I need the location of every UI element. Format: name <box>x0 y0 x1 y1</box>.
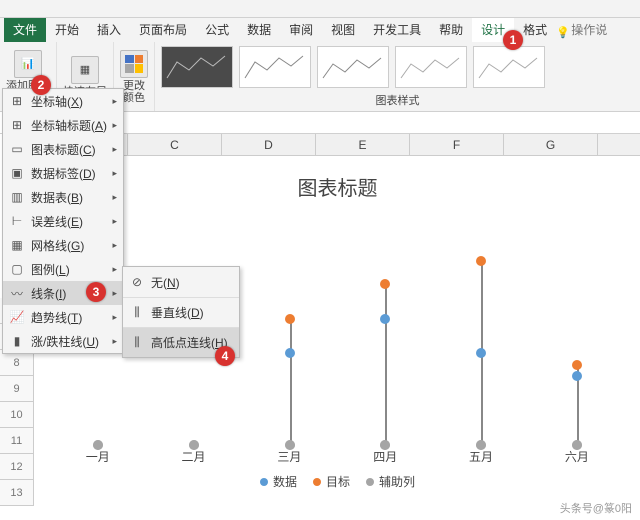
tab-help[interactable]: 帮助 <box>430 18 472 42</box>
data-point[interactable] <box>476 348 486 358</box>
tab-review[interactable]: 审阅 <box>280 18 322 42</box>
row-header[interactable]: 10 <box>0 402 34 428</box>
watermark: 头条号@篆0阳 <box>560 500 632 516</box>
data-point[interactable] <box>285 348 295 358</box>
x-axis-label: 二月 <box>146 448 241 465</box>
gallery-label: 图表样式 <box>161 92 634 108</box>
menu-icon: ▦ <box>9 237 25 253</box>
col-header[interactable]: D <box>222 134 316 155</box>
row-header[interactable]: 13 <box>0 480 34 506</box>
menu-icon: ▮ <box>9 333 25 349</box>
chevron-right-icon: ▸ <box>112 96 117 107</box>
menu-icon: ▢ <box>9 261 25 277</box>
submenu-icon: ⫼ <box>129 335 145 351</box>
chevron-right-icon: ▸ <box>112 168 117 179</box>
chevron-right-icon: ▸ <box>112 144 117 155</box>
menu-item-3[interactable]: ▣数据标签(D)▸ <box>3 161 123 185</box>
tab-dev[interactable]: 开发工具 <box>364 18 430 42</box>
menu-icon: ⊢ <box>9 213 25 229</box>
menu-icon: ⊞ <box>9 117 25 133</box>
chevron-right-icon: ▸ <box>112 120 117 131</box>
color-icon <box>120 50 148 78</box>
style-thumb[interactable] <box>473 46 545 88</box>
menu-icon: 〰 <box>9 285 25 301</box>
callout-badge-4: 4 <box>215 346 235 366</box>
x-axis-label: 六月 <box>529 448 624 465</box>
column-headers[interactable]: B C D E F G <box>34 134 640 156</box>
data-point[interactable] <box>572 371 582 381</box>
data-point[interactable] <box>476 256 486 266</box>
x-axis-label: 五月 <box>433 448 528 465</box>
add-element-icon: 📊 <box>14 50 42 78</box>
chevron-right-icon: ▸ <box>112 336 117 347</box>
tab-insert[interactable]: 插入 <box>88 18 130 42</box>
chevron-right-icon: ▸ <box>112 312 117 323</box>
menu-item-10[interactable]: ▮涨/跌柱线(U)▸ <box>3 329 123 353</box>
legend-item[interactable]: 辅助列 <box>366 473 415 490</box>
x-axis-label: 四月 <box>338 448 433 465</box>
menu-item-7[interactable]: ▢图例(L)▸ <box>3 257 123 281</box>
chevron-right-icon: ▸ <box>112 240 117 251</box>
menu-item-5[interactable]: ⊢误差线(E)▸ <box>3 209 123 233</box>
menu-icon: ⊞ <box>9 93 25 109</box>
menu-icon: 📈 <box>9 309 25 325</box>
tab-file[interactable]: 文件 <box>4 18 46 42</box>
data-point[interactable] <box>380 314 390 324</box>
submenu-icon: ⊘ <box>129 274 145 290</box>
lines-submenu[interactable]: ⊘无(N)⫼垂直线(D)⫼高低点连线(H) <box>122 266 240 358</box>
tab-data[interactable]: 数据 <box>238 18 280 42</box>
chart-legend[interactable]: 数据 目标 辅助列 <box>50 465 625 490</box>
callout-badge-2: 2 <box>31 75 51 95</box>
quick-layout-icon: ▦ <box>71 56 99 84</box>
menu-item-1[interactable]: ⊞坐标轴标题(A)▸ <box>3 113 123 137</box>
menu-item-9[interactable]: 📈趋势线(T)▸ <box>3 305 123 329</box>
submenu-item-1[interactable]: ⫼垂直线(D) <box>123 297 239 327</box>
menu-icon: ▣ <box>9 165 25 181</box>
col-header[interactable]: E <box>316 134 410 155</box>
x-axis-label: 一月 <box>50 448 145 465</box>
x-axis-label: 三月 <box>242 448 337 465</box>
style-thumb[interactable] <box>161 46 233 88</box>
col-header[interactable]: G <box>504 134 598 155</box>
style-thumb[interactable] <box>317 46 389 88</box>
data-point[interactable] <box>380 279 390 289</box>
callout-badge-1: 1 <box>503 30 523 50</box>
tab-operate[interactable]: 操作说 <box>556 18 611 42</box>
chevron-right-icon: ▸ <box>112 216 117 227</box>
submenu-icon: ⫼ <box>129 305 145 321</box>
tab-view[interactable]: 视图 <box>322 18 364 42</box>
chevron-right-icon: ▸ <box>112 264 117 275</box>
tab-layout[interactable]: 页面布局 <box>130 18 196 42</box>
chart-title[interactable]: 图表标题 <box>50 164 625 215</box>
chevron-right-icon: ▸ <box>112 288 117 299</box>
chart-style-gallery[interactable]: 图表样式 <box>155 42 640 111</box>
menu-item-0[interactable]: ⊞坐标轴(X)▸ <box>3 89 123 113</box>
chevron-right-icon: ▸ <box>112 192 117 203</box>
menu-item-4[interactable]: ▥数据表(B)▸ <box>3 185 123 209</box>
legend-item[interactable]: 目标 <box>313 473 350 490</box>
row-header[interactable]: 11 <box>0 428 34 454</box>
menu-item-2[interactable]: ▭图表标题(C)▸ <box>3 137 123 161</box>
ribbon-tabs: 文件 开始 插入 页面布局 公式 数据 审阅 视图 开发工具 帮助 设计 格式 … <box>0 18 640 42</box>
style-thumb[interactable] <box>239 46 311 88</box>
submenu-item-0[interactable]: ⊘无(N) <box>123 267 239 297</box>
menu-icon: ▭ <box>9 141 25 157</box>
data-point[interactable] <box>285 314 295 324</box>
data-point[interactable] <box>572 360 582 370</box>
style-thumb[interactable] <box>395 46 467 88</box>
callout-badge-3: 3 <box>86 282 106 302</box>
row-header[interactable]: 12 <box>0 454 34 480</box>
tab-formula[interactable]: 公式 <box>196 18 238 42</box>
add-element-menu[interactable]: ⊞坐标轴(X)▸⊞坐标轴标题(A)▸▭图表标题(C)▸▣数据标签(D)▸▥数据表… <box>2 88 124 354</box>
col-header[interactable]: F <box>410 134 504 155</box>
col-header[interactable]: C <box>128 134 222 155</box>
tab-home[interactable]: 开始 <box>46 18 88 42</box>
menu-item-6[interactable]: ▦网格线(G)▸ <box>3 233 123 257</box>
row-header[interactable]: 9 <box>0 376 34 402</box>
menu-icon: ▥ <box>9 189 25 205</box>
legend-item[interactable]: 数据 <box>260 473 297 490</box>
